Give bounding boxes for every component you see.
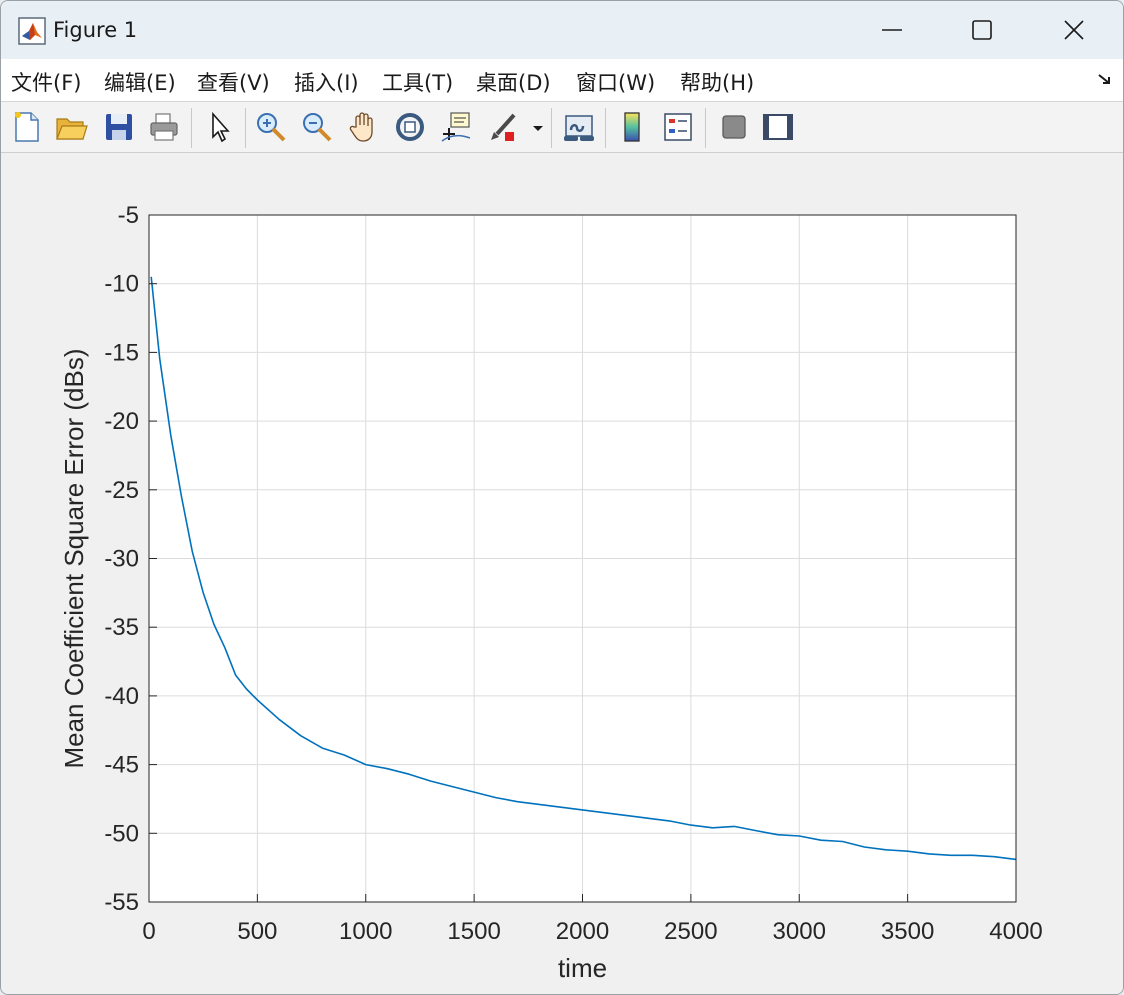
legend-button[interactable] bbox=[661, 110, 695, 144]
menu-help[interactable]: 帮助(H) bbox=[680, 67, 754, 97]
y-tick-label: -55 bbox=[104, 889, 139, 916]
chevron-down-icon bbox=[533, 126, 543, 131]
save-button[interactable] bbox=[102, 110, 136, 144]
menu-edit[interactable]: 编辑(E) bbox=[104, 67, 176, 97]
toolbar-separator bbox=[191, 108, 192, 148]
toolbar-separator bbox=[605, 108, 606, 148]
toolbar-separator bbox=[551, 108, 552, 148]
x-tick-label: 500 bbox=[237, 918, 277, 945]
pointer-icon bbox=[212, 111, 230, 143]
menu-desktop[interactable]: 桌面(D) bbox=[476, 67, 551, 97]
pan-hand-icon bbox=[349, 112, 373, 142]
y-tick-label: -45 bbox=[104, 752, 139, 779]
zoom-out-icon bbox=[303, 113, 332, 142]
x-tick-label: 1500 bbox=[447, 918, 500, 945]
menu-file[interactable]: 文件(F) bbox=[11, 67, 81, 97]
toolbar-separator bbox=[245, 108, 246, 148]
edit-plot-button[interactable] bbox=[204, 110, 238, 144]
zoom-in-icon bbox=[257, 113, 286, 142]
rotate-3d-button[interactable] bbox=[393, 110, 427, 144]
rotate-3d-icon bbox=[396, 113, 424, 141]
menu-view[interactable]: 查看(V) bbox=[197, 67, 270, 97]
figure-window: Figure 1 文件(F) 编辑(E) 查看(V) 插入(I) 工具(T) 桌… bbox=[0, 0, 1124, 995]
show-plot-tools-icon bbox=[763, 114, 793, 140]
colorbar-button[interactable] bbox=[616, 110, 650, 144]
x-tick-label: 3000 bbox=[773, 918, 826, 945]
hide-plot-tools-button[interactable] bbox=[717, 110, 751, 144]
close-button[interactable] bbox=[1029, 1, 1121, 59]
open-folder-icon bbox=[56, 118, 88, 140]
figure-canvas[interactable]: 0 500 1000 1500 2000 2500 3000 3500 4000 -5 -10 -15… bbox=[1, 153, 1123, 994]
menu-window[interactable]: 窗口(W) bbox=[576, 67, 655, 97]
open-button[interactable] bbox=[54, 110, 88, 144]
menu-insert[interactable]: 插入(I) bbox=[294, 67, 359, 97]
data-cursor-button[interactable] bbox=[439, 110, 473, 144]
menu-bar: 文件(F) 编辑(E) 查看(V) 插入(I) 工具(T) 桌面(D) 窗口(W… bbox=[1, 59, 1123, 102]
x-tick-label: 1000 bbox=[339, 918, 392, 945]
print-icon bbox=[150, 113, 178, 141]
y-tick-label: -10 bbox=[104, 271, 139, 298]
y-tick-label: -15 bbox=[104, 339, 139, 366]
link-plot-icon bbox=[564, 115, 594, 141]
close-icon bbox=[1064, 20, 1084, 40]
y-tick-label: -5 bbox=[118, 202, 139, 229]
x-axis-label: time bbox=[558, 953, 607, 983]
print-button[interactable] bbox=[147, 110, 181, 144]
toolbar-separator bbox=[705, 108, 706, 148]
legend-icon bbox=[664, 113, 692, 141]
pan-button[interactable] bbox=[347, 110, 381, 144]
colorbar-icon bbox=[624, 112, 640, 142]
matlab-logo-icon bbox=[18, 17, 46, 45]
link-plot-button[interactable] bbox=[562, 110, 596, 144]
y-tick-label: -50 bbox=[104, 820, 139, 847]
new-figure-icon bbox=[15, 112, 39, 142]
menu-tools[interactable]: 工具(T) bbox=[382, 67, 453, 97]
x-tick-label: 4000 bbox=[989, 918, 1042, 945]
x-tick-label: 2000 bbox=[556, 918, 609, 945]
new-figure-button[interactable] bbox=[10, 110, 44, 144]
zoom-in-button[interactable] bbox=[254, 110, 288, 144]
x-tick-label: 3500 bbox=[881, 918, 934, 945]
y-tick-label: -20 bbox=[104, 408, 139, 435]
brush-dropdown[interactable] bbox=[531, 110, 545, 144]
brush-button[interactable] bbox=[487, 110, 521, 144]
x-tick-label: 2500 bbox=[664, 918, 717, 945]
y-tick-label: -40 bbox=[104, 683, 139, 710]
brush-icon bbox=[491, 113, 516, 141]
hide-plot-tools-icon bbox=[722, 115, 746, 139]
y-tick-label: -30 bbox=[104, 546, 139, 573]
show-plot-tools-button[interactable] bbox=[761, 110, 795, 144]
line-chart[interactable]: 0 500 1000 1500 2000 2500 3000 3500 4000 -5 -10 -15… bbox=[1, 153, 1123, 994]
y-tick-label: -25 bbox=[104, 477, 139, 504]
x-tick-label: 0 bbox=[142, 918, 155, 945]
dock-figure-icon[interactable] bbox=[1097, 73, 1113, 87]
window-title: Figure 1 bbox=[53, 18, 138, 42]
y-axis-label: Mean Coefficient Square Error (dBs) bbox=[59, 348, 89, 768]
minimize-icon bbox=[882, 29, 902, 31]
data-cursor-icon bbox=[441, 112, 471, 142]
zoom-out-button[interactable] bbox=[300, 110, 334, 144]
y-tick-label: -35 bbox=[104, 614, 139, 641]
figure-toolbar bbox=[1, 102, 1123, 153]
save-icon bbox=[106, 114, 132, 140]
maximize-icon bbox=[972, 20, 992, 40]
title-bar[interactable]: Figure 1 bbox=[1, 1, 1123, 59]
maximize-button[interactable] bbox=[937, 1, 1029, 59]
minimize-button[interactable] bbox=[847, 1, 939, 59]
